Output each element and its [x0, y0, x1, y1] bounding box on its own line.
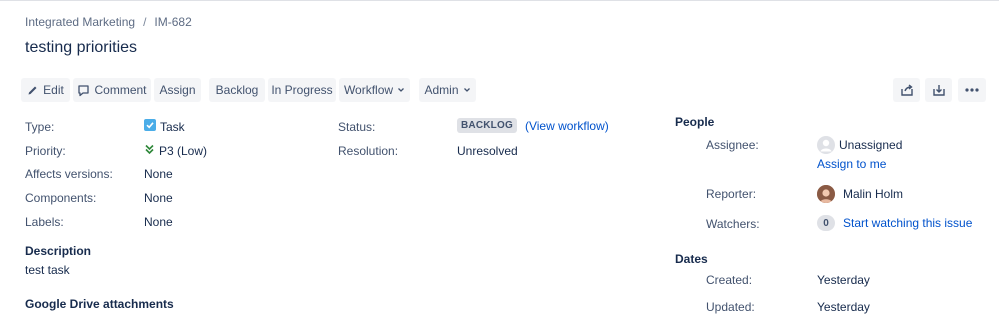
- pencil-icon: [27, 84, 39, 96]
- affects-versions-label: Affects versions:: [25, 167, 113, 181]
- issue-toolbar: Edit Comment Assign Backlog In Progress …: [21, 78, 987, 102]
- chevron-down-icon: [463, 86, 471, 94]
- priority-value-text: P3 (Low): [159, 143, 208, 158]
- resolution-label: Resolution:: [338, 144, 399, 158]
- updated-value: Yesterday: [817, 300, 870, 314]
- status-badge: BACKLOG: [457, 118, 517, 133]
- export-button[interactable]: [925, 78, 952, 102]
- issue-title[interactable]: testing priorities: [25, 39, 137, 57]
- watchers-value: 0 Start watching this issue: [817, 215, 972, 231]
- type-value: Task: [144, 119, 185, 134]
- labels-value: None: [144, 215, 173, 229]
- resolution-value: Unresolved: [457, 144, 518, 158]
- watchers-count-badge: 0: [817, 215, 835, 231]
- edit-label: Edit: [43, 83, 64, 97]
- backlog-transition-button[interactable]: Backlog: [209, 78, 265, 102]
- comment-button[interactable]: Comment: [73, 78, 151, 102]
- assign-label: Assign: [159, 83, 196, 97]
- workflow-dropdown[interactable]: Workflow: [339, 78, 410, 102]
- view-workflow-link[interactable]: (View workflow): [525, 119, 609, 133]
- user-avatar: [817, 185, 835, 203]
- start-watching-link[interactable]: Start watching this issue: [843, 216, 972, 230]
- watchers-label: Watchers:: [706, 217, 760, 231]
- labels-label: Labels:: [25, 215, 64, 229]
- components-value: None: [144, 191, 173, 205]
- task-icon: [144, 119, 156, 134]
- export-icon: [932, 83, 946, 97]
- breadcrumb-issue-key-link[interactable]: IM-682: [154, 15, 191, 29]
- comment-label: Comment: [94, 83, 147, 97]
- top-border: [0, 0, 999, 1]
- assignee-value: Unassigned: [817, 136, 902, 154]
- comment-icon: [77, 84, 90, 97]
- edit-button[interactable]: Edit: [21, 78, 70, 102]
- in-progress-label: In Progress: [271, 83, 333, 97]
- unassigned-avatar-icon: [817, 136, 835, 154]
- assign-button[interactable]: Assign: [154, 78, 201, 102]
- assignee-value-text: Unassigned: [839, 138, 903, 152]
- priority-low-icon: [144, 143, 155, 158]
- priority-label: Priority:: [25, 144, 66, 158]
- more-actions-button[interactable]: [958, 78, 986, 102]
- created-value: Yesterday: [817, 273, 870, 287]
- type-value-text: Task: [160, 119, 185, 134]
- chevron-down-icon: [397, 86, 405, 94]
- admin-dropdown[interactable]: Admin: [419, 78, 476, 102]
- description-text[interactable]: test task: [25, 263, 70, 277]
- breadcrumb-separator: /: [143, 15, 147, 29]
- components-label: Components:: [25, 191, 97, 205]
- assignee-label: Assignee:: [706, 138, 759, 152]
- assign-to-me-link[interactable]: Assign to me: [817, 157, 886, 171]
- priority-value: P3 (Low): [144, 143, 207, 158]
- google-drive-attachments-heading: Google Drive attachments: [25, 297, 174, 311]
- status-value: BACKLOG (View workflow): [457, 118, 609, 133]
- affects-versions-value: None: [144, 167, 173, 181]
- reporter-label: Reporter:: [706, 187, 757, 201]
- status-label: Status:: [338, 120, 376, 134]
- breadcrumb-project-link[interactable]: Integrated Marketing: [25, 15, 135, 29]
- dates-heading: Dates: [675, 252, 708, 266]
- people-heading: People: [675, 115, 715, 129]
- updated-label: Updated:: [706, 300, 755, 314]
- created-label: Created:: [706, 273, 753, 287]
- type-label: Type:: [25, 120, 55, 134]
- share-button[interactable]: [893, 78, 920, 102]
- workflow-label: Workflow: [343, 83, 394, 97]
- reporter-value: Malin Holm: [817, 185, 903, 203]
- more-icon: [965, 88, 979, 92]
- admin-label: Admin: [424, 83, 459, 97]
- reporter-value-text: Malin Holm: [843, 187, 904, 201]
- in-progress-transition-button[interactable]: In Progress: [268, 78, 336, 102]
- backlog-label: Backlog: [215, 83, 259, 97]
- description-heading: Description: [25, 244, 92, 258]
- share-icon: [900, 83, 914, 97]
- breadcrumb: Integrated Marketing / IM-682: [25, 15, 192, 29]
